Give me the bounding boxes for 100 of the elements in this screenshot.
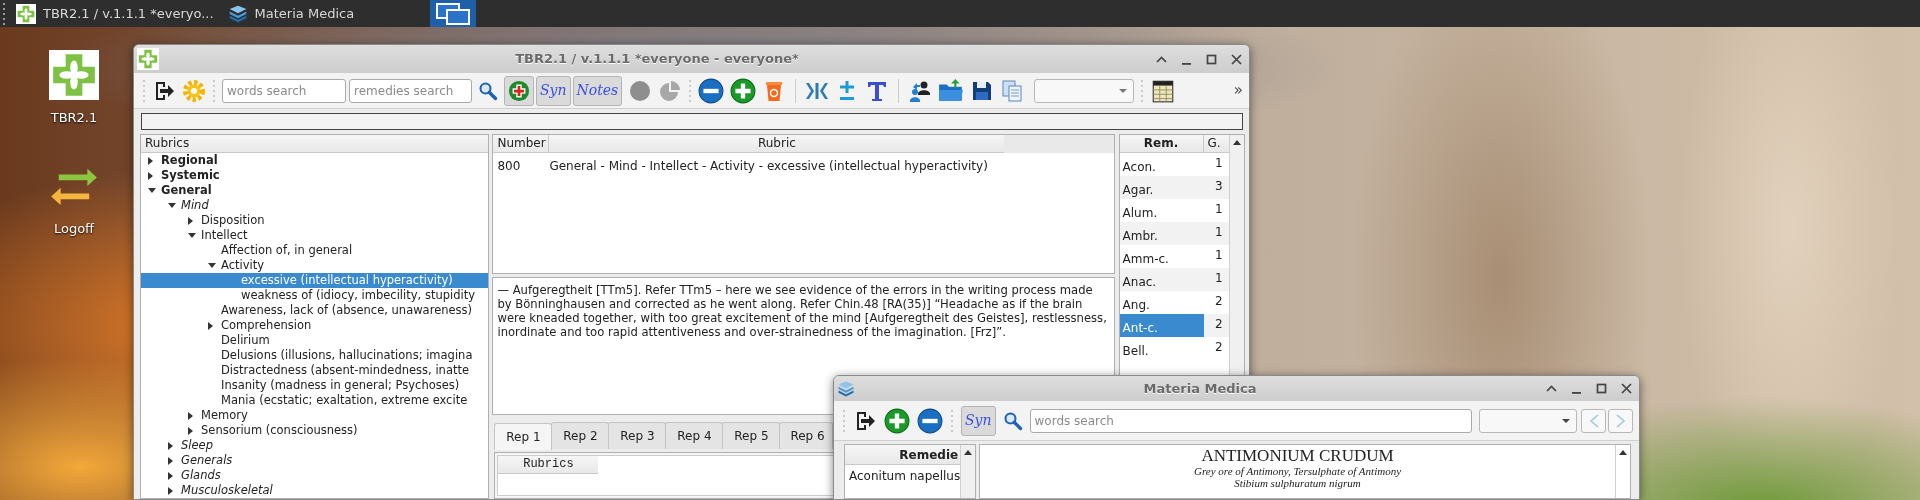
tree-item[interactable]: Sleep — [141, 438, 489, 453]
minus-icon[interactable] — [917, 407, 943, 434]
remedy-cell[interactable]: Agar. — [1119, 176, 1204, 199]
tree-item[interactable]: Disposition — [141, 213, 489, 228]
tree-item[interactable]: Intellect — [141, 228, 489, 243]
tree-item[interactable]: Musculoskeletal — [141, 483, 489, 498]
tab[interactable]: Rep 2 — [551, 422, 610, 449]
remedy-cell[interactable]: Acon. — [1119, 153, 1204, 176]
tree-item[interactable]: Generals — [141, 453, 489, 468]
search-field[interactable]: words search — [1029, 408, 1473, 433]
taskbar-item[interactable]: Materia Medica — [223, 0, 359, 27]
column-header: Rubrics — [141, 135, 489, 153]
tree-item[interactable]: excessive (intellectual hyperactivity) — [141, 273, 489, 288]
remedy-cell[interactable]: Bell. — [1119, 337, 1204, 360]
caret-icon — [1119, 88, 1128, 93]
grade-cell-text: 3 — [1213, 178, 1224, 195]
caret-icon[interactable] — [168, 456, 173, 465]
plus-icon[interactable] — [730, 77, 757, 104]
tree-item[interactable]: Delirium — [141, 333, 489, 348]
toggle-button[interactable] — [504, 75, 534, 106]
document-subtitle: Grey ore of Antimony, Tersulphate of Antimony — [1192, 465, 1403, 477]
tree-item[interactable]: General — [141, 183, 489, 198]
plus-icon[interactable] — [884, 407, 910, 434]
remedy-cell[interactable]: Alum. — [1119, 199, 1204, 222]
caret-icon[interactable] — [168, 471, 173, 480]
toolbar-handle[interactable] — [1140, 77, 1145, 104]
close-icon[interactable] — [1230, 52, 1243, 66]
circle-icon[interactable] — [628, 78, 653, 103]
tab[interactable]: Rep 4 — [665, 422, 724, 449]
toolbar-handle[interactable] — [142, 77, 146, 104]
remedy-cell[interactable]: Anac. — [1119, 268, 1204, 291]
remedy-cell[interactable]: Ang. — [1119, 291, 1204, 314]
tree-item[interactable]: Systemic — [141, 168, 489, 183]
overflow-button[interactable]: » — [1233, 79, 1243, 102]
caret-icon[interactable] — [168, 203, 176, 208]
tab[interactable]: Rep 1 — [494, 423, 553, 450]
tree-item[interactable]: Mania (ecstatic; exaltation, extreme excite — [141, 393, 489, 408]
folder-icon[interactable] — [938, 77, 965, 104]
column-header: Rem. — [1119, 135, 1204, 153]
tree-item[interactable]: Delusions (illusions, hallucinations; imagina — [141, 348, 489, 363]
caret-icon[interactable] — [168, 441, 173, 450]
caret-icon[interactable] — [188, 233, 196, 238]
search-field[interactable]: remedies search — [349, 78, 472, 103]
caret-icon[interactable] — [188, 411, 193, 420]
tree-item[interactable]: Sensorium (consciousness) — [141, 423, 489, 438]
caret-icon[interactable] — [168, 486, 173, 495]
remedy-cell[interactable]: Ambr. — [1119, 222, 1204, 245]
tree-item[interactable]: Awareness, lack of (absence, unawareness) — [141, 303, 489, 318]
taskbar-item[interactable]: TBR2.1 / v.1.1.1 *everyo... — [12, 0, 218, 27]
toggle-button[interactable]: Notes — [572, 75, 623, 106]
tree-item[interactable]: Affection of, in general — [141, 243, 489, 258]
toggle-button[interactable]: Syn — [961, 405, 996, 436]
toggle-button[interactable]: Syn — [536, 75, 571, 106]
grade-cell-text: 1 — [1213, 270, 1224, 287]
tree-item[interactable]: Memory — [141, 408, 489, 423]
toolbar-handle[interactable] — [212, 77, 216, 104]
grip-handle[interactable] — [2, 0, 6, 27]
remedy-cell[interactable]: Amm-c. — [1119, 245, 1204, 268]
tab[interactable]: Rep 5 — [722, 422, 781, 449]
workspace-switcher[interactable] — [430, 0, 477, 27]
close-icon[interactable] — [1620, 382, 1633, 395]
tree-item[interactable]: Mind — [141, 198, 489, 213]
scroll-up-icon — [963, 449, 974, 457]
caret-icon[interactable] — [148, 171, 153, 180]
column-header: G. — [1203, 135, 1229, 153]
tree-item[interactable]: Activity — [141, 258, 489, 273]
list-item[interactable]: Aconitum napellus — [845, 465, 961, 488]
maximize-icon[interactable] — [1205, 52, 1218, 66]
search-icon[interactable] — [1002, 410, 1023, 431]
tree-item[interactable]: Distractedness (absent-mindedness, inatte — [141, 363, 489, 378]
minus-icon[interactable] — [698, 77, 725, 104]
grade-cell-text: 1 — [1213, 201, 1224, 218]
tree-item[interactable]: Comprehension — [141, 318, 489, 333]
caret-icon — [1562, 418, 1571, 423]
caret-icon[interactable] — [148, 156, 153, 165]
caret-icon[interactable] — [188, 216, 193, 225]
scrollbar[interactable] — [1615, 445, 1630, 498]
tree-item[interactable]: weakness of (idiocy, imbecility, stupidity — [141, 288, 489, 303]
search-field[interactable]: words search — [222, 78, 346, 103]
scrollbar[interactable] — [960, 445, 975, 498]
tree-item[interactable]: Regional — [141, 153, 489, 168]
app-icon — [16, 3, 36, 24]
maximize-icon[interactable] — [1595, 382, 1608, 395]
search-icon[interactable] — [478, 80, 498, 101]
caret-icon[interactable] — [208, 321, 213, 330]
tree-item[interactable]: Insanity (madness in general; Psychoses) — [141, 378, 489, 393]
caret-icon[interactable] — [148, 188, 156, 193]
document-subtitle: Stibium sulphuratum nigrum — [1233, 477, 1362, 489]
caret-icon[interactable] — [188, 426, 193, 435]
remedy-cell[interactable]: Ant-c. — [1119, 314, 1204, 337]
grade-cell-text: 2 — [1213, 339, 1224, 356]
grade-cell-text: 1 — [1213, 224, 1224, 241]
toolbar-handle[interactable] — [842, 407, 846, 434]
grade-cell-text: 1 — [1213, 155, 1224, 172]
toolbar-handle[interactable] — [950, 407, 954, 434]
tab[interactable]: Rep 6 — [779, 422, 834, 449]
tree-item[interactable]: Glands — [141, 468, 489, 483]
caret-icon[interactable] — [208, 263, 216, 268]
toolbar-handle[interactable] — [688, 77, 693, 104]
tab[interactable]: Rep 3 — [608, 422, 667, 449]
